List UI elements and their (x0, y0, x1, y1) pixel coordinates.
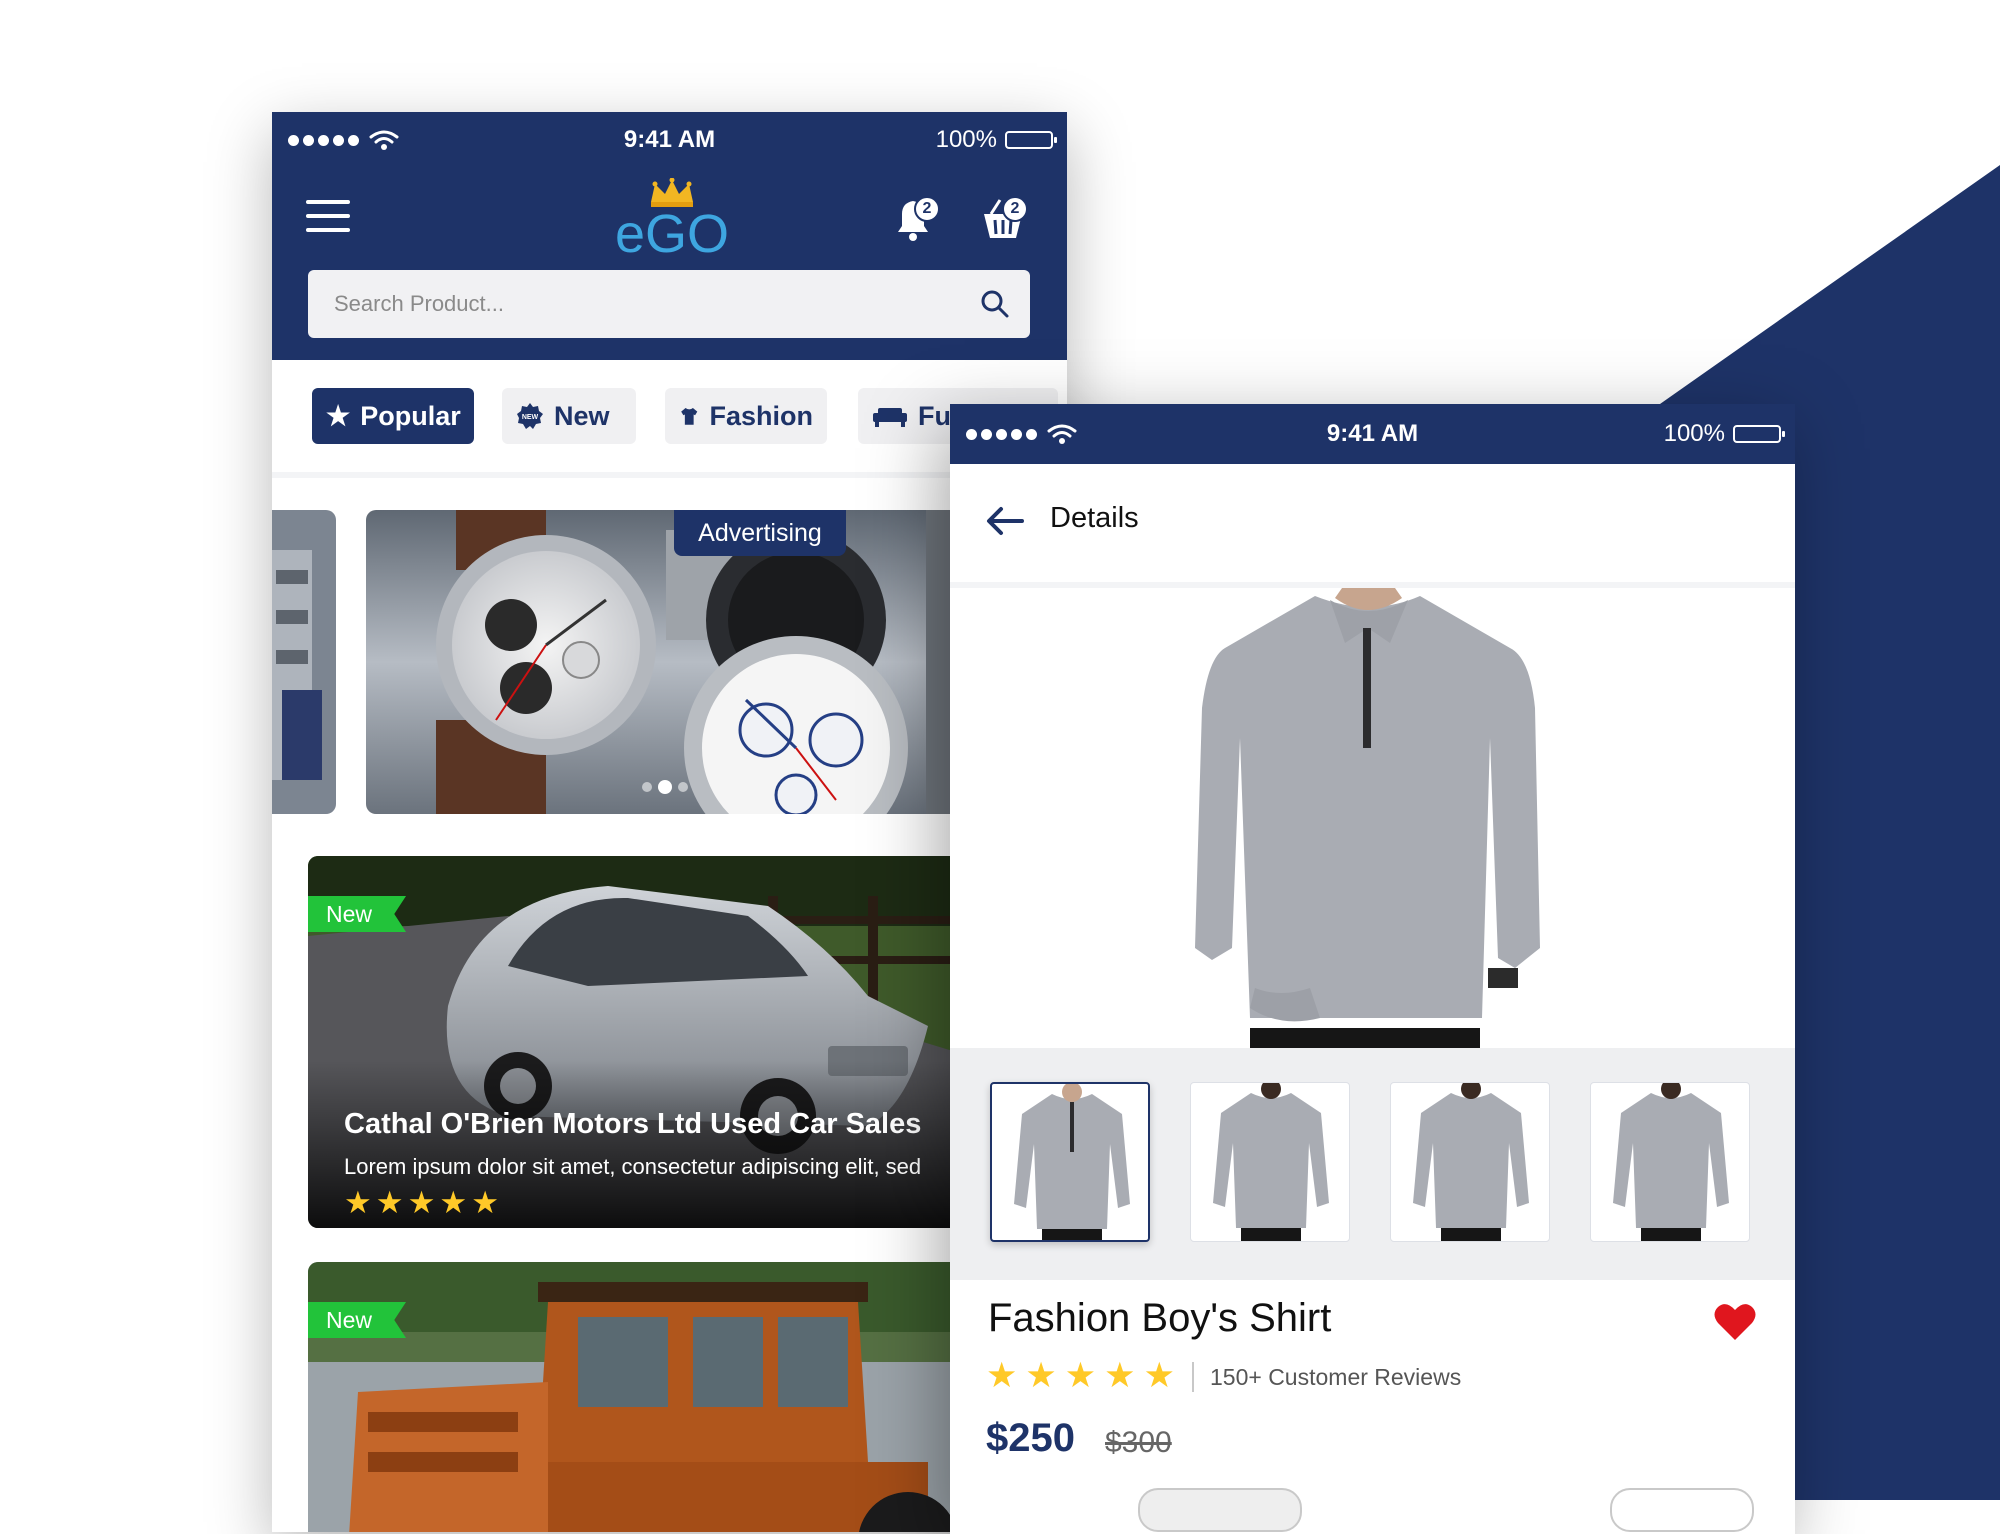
battery-percent: 100% (1663, 420, 1725, 447)
new-badge-icon: NEW (517, 403, 543, 429)
logo-text: eGO (615, 204, 729, 263)
advertising-carousel[interactable]: Advertising (272, 510, 1067, 814)
category-tabs: ★ Popular NEW New Fashion Fur (272, 360, 1067, 478)
listing-title: Cathal O'Brien Motors Ltd Used Car Sales (344, 1108, 922, 1140)
shirt-icon (681, 407, 698, 425)
star-icon: ★ (1025, 1356, 1057, 1395)
battery-indicator: 100% (1663, 404, 1785, 464)
search-icon[interactable] (980, 289, 1010, 319)
star-icon: ★ (986, 1356, 1018, 1395)
star-icon: ★ (1143, 1356, 1175, 1395)
svg-text:NEW: NEW (522, 414, 539, 421)
option-selector[interactable] (1610, 1488, 1754, 1532)
ego-logo: eGO (615, 178, 729, 263)
rating-stars: ★ ★ ★ ★ ★ (344, 1186, 499, 1220)
star-icon: ★ (407, 1185, 436, 1220)
star-icon: ★ (1064, 1356, 1097, 1395)
tab-fashion[interactable]: Fashion (665, 388, 827, 444)
carousel-dot-active[interactable] (658, 780, 672, 794)
star-icon: ★ (1104, 1356, 1136, 1395)
battery-icon (1005, 131, 1057, 149)
status-bar: 9:41 AM 100% (950, 404, 1795, 464)
star-icon: ★ (344, 1185, 372, 1220)
tab-label: Popular (360, 400, 461, 431)
thumbnail-gallery (950, 1048, 1795, 1280)
app-header: eGO 2 2 (272, 168, 1067, 268)
product-image (950, 588, 1795, 1048)
tab-new[interactable]: NEW New (502, 388, 636, 444)
page-title: Details (1050, 502, 1139, 534)
new-tag: New (308, 896, 407, 932)
star-icon: ★ (326, 400, 351, 431)
thumbnail-2[interactable] (1190, 1082, 1350, 1242)
home-screen: 9:41 AM 100% eGO 2 2 Search Product... ★… (272, 112, 1067, 1532)
advertising-label: Advertising (674, 510, 846, 556)
back-arrow-icon[interactable] (986, 506, 1024, 536)
divider (1192, 1362, 1194, 1392)
search-input[interactable] (332, 290, 980, 318)
cart-button[interactable]: 2 (976, 192, 1030, 244)
star-icon: ★ (471, 1185, 499, 1220)
search-bar-area (272, 268, 1067, 360)
battery-icon (1733, 425, 1785, 443)
details-header: Details (950, 464, 1795, 588)
star-icon: ★ (439, 1185, 468, 1220)
thumbnail-1[interactable] (990, 1082, 1150, 1242)
status-bar: 9:41 AM 100% (272, 112, 1067, 168)
tab-label: Fashion (709, 400, 813, 431)
thumbnail-3[interactable] (1390, 1082, 1550, 1242)
battery-percent: 100% (935, 126, 997, 153)
tab-popular[interactable]: ★ Popular (312, 388, 474, 444)
rating-stars: ★ ★ ★ ★ ★ (986, 1356, 1175, 1396)
notifications-button[interactable]: 2 (888, 192, 942, 244)
notification-count: 2 (914, 196, 940, 222)
product-name: Fashion Boy's Shirt (988, 1296, 1332, 1340)
search-box (308, 270, 1030, 338)
listing-description: Lorem ipsum dolor sit amet, consectetur … (344, 1154, 922, 1179)
carousel-indicator (642, 780, 688, 794)
carousel-prev-slide[interactable] (272, 510, 336, 814)
tab-label: New (554, 400, 610, 431)
new-tag: New (308, 1302, 407, 1338)
option-selector[interactable] (1138, 1488, 1302, 1532)
thumbnail-4[interactable] (1590, 1082, 1750, 1242)
shirt-photo (1195, 588, 1540, 1048)
heart-icon[interactable] (1713, 1302, 1757, 1342)
details-screen: 9:41 AM 100% Details Fashion Boy's Shirt… (950, 404, 1795, 1534)
carousel-dot[interactable] (642, 782, 652, 792)
sofa-icon (873, 408, 907, 427)
star-icon: ★ (375, 1185, 404, 1220)
menu-icon[interactable] (306, 200, 350, 232)
carousel-dot[interactable] (678, 782, 688, 792)
cart-count: 2 (1002, 196, 1028, 222)
product-price: $250 (986, 1416, 1075, 1460)
battery-indicator: 100% (935, 112, 1057, 168)
original-price: $300 (1105, 1426, 1172, 1459)
review-count[interactable]: 150+ Customer Reviews (1210, 1364, 1461, 1391)
